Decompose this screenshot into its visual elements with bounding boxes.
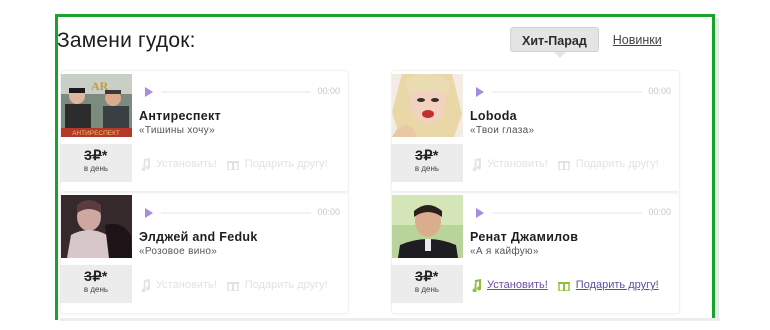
album-cover[interactable]: AR АНТИРЕСПЕКТ xyxy=(61,74,132,137)
audio-player: 00:00 xyxy=(145,207,340,218)
gift-icon xyxy=(226,161,239,170)
music-note-icon xyxy=(141,278,151,292)
music-note-icon xyxy=(472,157,482,171)
card-actions: Установить! Подарить другу! xyxy=(471,156,659,172)
play-icon[interactable] xyxy=(145,87,153,97)
chart-tabs: Хит-Парад Новинки xyxy=(510,27,662,58)
frame-shadow xyxy=(715,18,719,318)
price-footnote-mark: * xyxy=(432,147,439,163)
price-period: в день xyxy=(414,285,440,294)
audio-player: 00:00 xyxy=(476,86,671,97)
song-title: «Твои глаза» xyxy=(470,125,535,136)
set-ringtone-link[interactable]: Установить! xyxy=(487,158,548,170)
progress-track[interactable] xyxy=(492,212,642,214)
cover-logo-text: АНТИРЕСПЕКТ xyxy=(72,130,120,137)
price-period: в день xyxy=(83,285,109,294)
svg-text:AR: AR xyxy=(91,79,109,93)
track-card: AR АНТИРЕСПЕКТ 00:00 Антиреспект «Тишины… xyxy=(60,70,349,193)
card-actions: Установить! Подарить другу! xyxy=(140,156,328,172)
price-value: 3₽ xyxy=(84,147,102,163)
artist-name: Loboda xyxy=(470,109,517,123)
song-title: «А я кайфую» xyxy=(470,246,539,257)
track-card: 00:00 Loboda «Твои глаза» 3₽* в день Уст… xyxy=(391,70,680,193)
progress-track[interactable] xyxy=(161,91,311,93)
card-actions: Установить! Подарить другу! xyxy=(140,277,328,293)
play-icon[interactable] xyxy=(145,208,153,218)
album-cover[interactable] xyxy=(392,74,463,137)
audio-player: 00:00 xyxy=(145,86,340,97)
track-card: 00:00 Ренат Джамилов «А я кайфую» 3₽* в … xyxy=(391,191,680,314)
artist-name: Элджей and Feduk xyxy=(139,230,258,244)
price-footnote-mark: * xyxy=(432,268,439,284)
set-ringtone-link[interactable]: Установить! xyxy=(487,279,548,291)
price-box: 3₽* в день xyxy=(391,144,463,182)
track-time: 00:00 xyxy=(317,86,340,96)
price-box: 3₽* в день xyxy=(391,265,463,303)
gift-to-friend-link[interactable]: Подарить другу! xyxy=(576,158,659,170)
gift-icon xyxy=(226,282,239,291)
music-note-icon xyxy=(141,157,151,171)
artist-name: Ренат Джамилов xyxy=(470,230,579,244)
gift-to-friend-link[interactable]: Подарить другу! xyxy=(245,279,328,291)
music-note-icon xyxy=(472,278,482,292)
audio-player: 00:00 xyxy=(476,207,671,218)
song-title: «Тишины хочу» xyxy=(139,125,215,136)
set-ringtone-link[interactable]: Установить! xyxy=(156,279,217,291)
play-icon[interactable] xyxy=(476,87,484,97)
tab-hit-parade[interactable]: Хит-Парад xyxy=(510,27,599,58)
tab-new-releases[interactable]: Новинки xyxy=(613,33,662,47)
progress-track[interactable] xyxy=(492,91,642,93)
set-ringtone-link[interactable]: Установить! xyxy=(156,158,217,170)
price-footnote-mark: * xyxy=(101,268,108,284)
gift-icon xyxy=(557,282,570,291)
price-period: в день xyxy=(414,164,440,173)
song-title: «Розовое вино» xyxy=(139,246,218,257)
progress-track[interactable] xyxy=(161,212,311,214)
price-box: 3₽* в день xyxy=(60,144,132,182)
track-card: 00:00 Элджей and Feduk «Розовое вино» 3₽… xyxy=(60,191,349,314)
price-value: 3₽ xyxy=(415,147,433,163)
price-value: 3₽ xyxy=(415,268,433,284)
price-period: в день xyxy=(83,164,109,173)
album-cover[interactable] xyxy=(61,195,132,258)
gift-icon xyxy=(557,161,570,170)
track-time: 00:00 xyxy=(317,207,340,217)
album-cover[interactable] xyxy=(392,195,463,258)
gift-to-friend-link[interactable]: Подарить другу! xyxy=(576,279,659,291)
track-time: 00:00 xyxy=(648,207,671,217)
price-box: 3₽* в день xyxy=(60,265,132,303)
track-time: 00:00 xyxy=(648,86,671,96)
gift-to-friend-link[interactable]: Подарить другу! xyxy=(245,158,328,170)
price-value: 3₽ xyxy=(84,268,102,284)
artist-name: Антиреспект xyxy=(139,109,221,123)
play-icon[interactable] xyxy=(476,208,484,218)
card-actions: Установить! Подарить другу! xyxy=(471,277,659,293)
price-footnote-mark: * xyxy=(101,147,108,163)
frame-shadow xyxy=(60,318,720,321)
page-title: Замени гудок: xyxy=(57,29,196,52)
